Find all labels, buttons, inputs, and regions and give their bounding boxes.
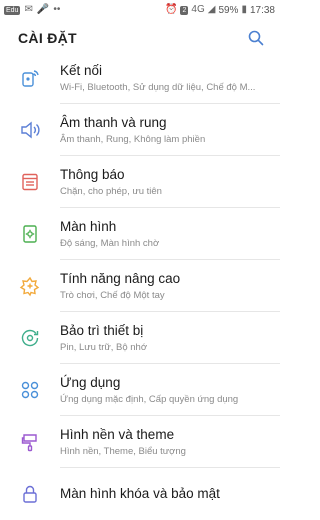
item-title: Màn hình — [60, 219, 117, 234]
item-subtitle: Chặn, cho phép, ưu tiên — [60, 186, 162, 197]
apps-icon — [21, 381, 39, 399]
alarm-icon: ⏰ — [165, 4, 178, 15]
clock: 17:38 — [249, 4, 275, 16]
message-icon: ✉ — [24, 4, 33, 15]
more-dots-icon: •• — [53, 4, 61, 15]
settings-item-display[interactable]: Màn hình Độ sáng, Màn hình chờ — [0, 208, 280, 260]
item-title: Hình nền và theme — [60, 427, 175, 442]
search-icon — [248, 30, 264, 46]
device-maintenance-icon — [21, 329, 39, 347]
item-title: Tính năng nâng cao — [60, 271, 181, 286]
settings-item-apps[interactable]: Ứng dụng Ứng dụng mặc định, Cấp quyền ứng… — [0, 364, 280, 416]
item-subtitle: Âm thanh, Rung, Không làm phiền — [60, 134, 206, 145]
item-subtitle: Ứng dụng mặc định, Cấp quyền ứng dụng — [60, 394, 239, 405]
status-left: Edu ✉ 🎤 •• — [4, 5, 60, 15]
item-title: Âm thanh và rung — [60, 115, 167, 130]
settings-item-sound[interactable]: Âm thanh và rung Âm thanh, Rung, Không là… — [0, 104, 280, 156]
battery-icon: ▮ — [241, 4, 247, 15]
settings-item-connections[interactable]: Kết nối Wi-Fi, Bluetooth, Sử dụng dữ liệu… — [0, 52, 280, 104]
notifications-icon — [22, 173, 38, 191]
settings-item-lock-screen-security[interactable]: Màn hình khóa và bảo mật — [0, 468, 280, 520]
status-bar: Edu ✉ 🎤 •• ⏰ 2 4G ◢ 59% ▮ 17:38 — [0, 0, 280, 20]
settings-item-wallpapers-themes[interactable]: Hình nền và theme Hình nền, Theme, Biểu t… — [0, 416, 280, 468]
search-button[interactable] — [246, 28, 266, 48]
settings-item-notifications[interactable]: Thông báo Chặn, cho phép, ưu tiên — [0, 156, 280, 208]
item-subtitle: Trò chơi, Chế độ Một tay — [60, 290, 165, 301]
item-subtitle: Hình nền, Theme, Biểu tượng — [60, 446, 186, 457]
sim-badge: 2 — [180, 5, 189, 15]
item-title: Bảo trì thiết bị — [60, 323, 144, 338]
settings-item-device-maintenance[interactable]: Bảo trì thiết bị Pin, Lưu trữ, Bộ nhớ — [0, 312, 280, 364]
item-subtitle: Wi-Fi, Bluetooth, Sử dụng dữ liệu, Chế đ… — [60, 82, 256, 93]
settings-list: Kết nối Wi-Fi, Bluetooth, Sử dụng dữ liệu… — [0, 52, 280, 520]
lock-screen-icon — [23, 485, 37, 503]
item-title: Thông báo — [60, 167, 125, 182]
sound-icon — [21, 121, 40, 139]
signal-icon: ◢ — [207, 4, 216, 15]
page-title: CÀI ĐẶT — [18, 30, 77, 46]
settings-item-advanced-features[interactable]: Tính năng nâng cao Trò chơi, Chế độ Một t… — [0, 260, 280, 312]
connections-icon — [22, 70, 39, 87]
app-header: CÀI ĐẶT — [0, 20, 280, 56]
item-title: Kết nối — [60, 63, 103, 78]
display-icon — [23, 225, 37, 243]
edu-badge: Edu — [4, 5, 21, 15]
microphone-icon: 🎤 — [36, 4, 50, 15]
item-title: Ứng dụng — [60, 375, 121, 390]
item-subtitle: Độ sáng, Màn hình chờ — [60, 238, 160, 249]
item-subtitle: Pin, Lưu trữ, Bộ nhớ — [60, 342, 148, 353]
wallpapers-themes-icon — [21, 434, 37, 452]
status-right: ⏰ 2 4G ◢ 59% ▮ 17:38 — [165, 5, 275, 16]
battery-percent: 59% — [218, 4, 239, 16]
item-title: Màn hình khóa và bảo mật — [60, 485, 220, 501]
advanced-features-icon — [19, 276, 40, 297]
network-type-icon: 4G — [191, 4, 205, 15]
